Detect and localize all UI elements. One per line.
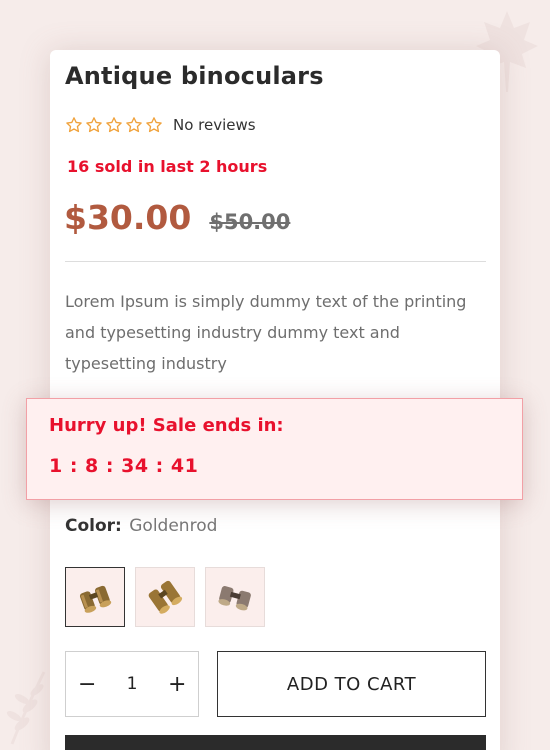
fern-leaf-icon	[6, 671, 46, 745]
sold-recently-badge: 16 sold in last 2 hours	[67, 157, 268, 176]
star-rating	[65, 116, 163, 134]
product-rating[interactable]: No reviews	[65, 116, 256, 134]
binoculars-icon	[79, 585, 112, 613]
quantity-input[interactable]: 1	[127, 674, 138, 694]
divider	[65, 261, 486, 262]
binoculars-icon	[218, 586, 251, 611]
binoculars-icon	[148, 580, 183, 614]
sale-countdown-title: Hurry up! Sale ends in:	[49, 415, 284, 436]
buy-now-button[interactable]	[65, 735, 486, 750]
star-outline-icon	[106, 117, 122, 133]
product-description: Lorem Ipsum is simply dummy text of the …	[65, 292, 467, 373]
price-row: $30.00 $50.00	[64, 198, 290, 237]
compare-price: $50.00	[209, 210, 291, 234]
star-outline-icon	[126, 117, 142, 133]
swatch-silver[interactable]	[205, 567, 265, 627]
product-title: Antique binoculars	[65, 62, 324, 90]
color-option-label: Color: Goldenrod	[65, 516, 217, 536]
countdown-timer: 1 : 8 : 34 : 41	[49, 455, 199, 477]
add-to-cart-button[interactable]: ADD TO CART	[217, 651, 486, 717]
swatch-goldenrod[interactable]	[65, 567, 125, 627]
star-outline-icon	[146, 117, 162, 133]
color-value: Goldenrod	[129, 516, 218, 536]
color-swatches	[65, 567, 265, 627]
decrease-quantity-button[interactable]: −	[78, 672, 96, 697]
sale-countdown-banner: Hurry up! Sale ends in: 1 : 8 : 34 : 41	[26, 398, 523, 500]
swatch-brass[interactable]	[135, 567, 195, 627]
star-outline-icon	[86, 117, 102, 133]
star-outline-icon	[66, 117, 82, 133]
reviews-count[interactable]: No reviews	[173, 116, 256, 134]
quantity-stepper: − 1 +	[65, 651, 199, 717]
sale-price: $30.00	[64, 198, 192, 237]
color-label: Color:	[65, 516, 122, 536]
increase-quantity-button[interactable]: +	[168, 672, 186, 697]
